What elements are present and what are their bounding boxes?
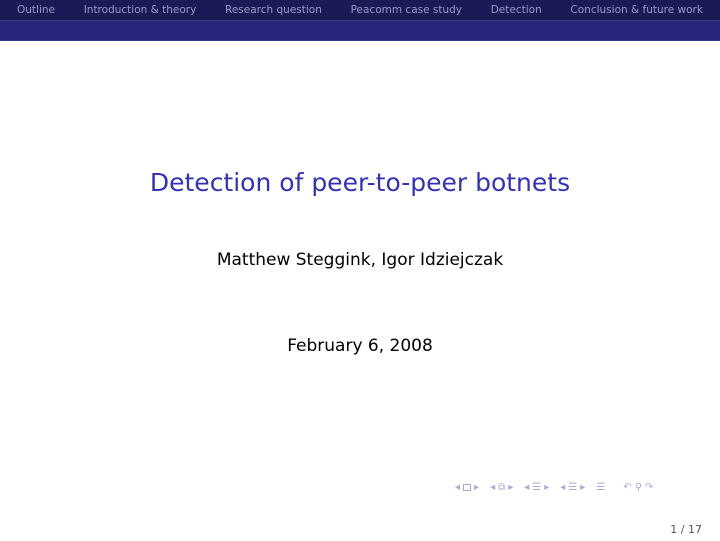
section-next-icon[interactable]: ▸ — [544, 482, 549, 493]
nav-outline[interactable]: Outline — [17, 4, 55, 16]
slide-next-icon[interactable]: ▸ — [580, 482, 585, 493]
subsection-next-icon[interactable]: ▸ — [508, 482, 513, 493]
page-number: 1 / 17 — [670, 523, 702, 536]
subsection-prev-icon[interactable]: ◂ — [490, 482, 495, 493]
subsection-icon[interactable]: ⧉ — [498, 482, 505, 493]
slide-date: February 6, 2008 — [287, 336, 433, 356]
section-prev-icon[interactable]: ◂ — [524, 482, 529, 493]
subsection-bar-divider — [0, 40, 720, 41]
back-icon[interactable]: ↶ — [623, 482, 631, 493]
nav-peacomm-case-study[interactable]: Peacomm case study — [351, 4, 462, 16]
frame-next-icon[interactable]: ▸ — [474, 482, 479, 493]
navigation-headline: Outline Introduction & theory Research q… — [0, 0, 720, 20]
slide-icon[interactable]: ☰ — [568, 482, 577, 493]
subsection-bar — [0, 21, 720, 40]
slide-prev-icon[interactable]: ◂ — [560, 482, 565, 493]
frame-icon[interactable] — [463, 484, 472, 491]
beamer-navigation-symbols: ◂ ▸ ◂ ⧉ ▸ ◂ ☰ ▸ ◂ ☰ ▸ ☰ ↶ ⚲ ↷ — [455, 482, 653, 493]
nav-conclusion-future-work[interactable]: Conclusion & future work — [570, 4, 703, 16]
nav-research-question[interactable]: Research question — [225, 4, 322, 16]
section-icon[interactable]: ☰ — [532, 482, 541, 493]
slide-title: Detection of peer-to-peer botnets — [149, 168, 571, 197]
search-icon[interactable]: ⚲ — [635, 482, 642, 493]
nav-detection[interactable]: Detection — [491, 4, 542, 16]
toc-icon[interactable]: ☰ — [596, 482, 605, 493]
frame-prev-icon[interactable]: ◂ — [455, 482, 460, 493]
forward-icon[interactable]: ↷ — [645, 482, 653, 493]
nav-introduction-theory[interactable]: Introduction & theory — [84, 4, 197, 16]
slide-authors: Matthew Steggink, Igor Idziejczak — [216, 250, 504, 270]
